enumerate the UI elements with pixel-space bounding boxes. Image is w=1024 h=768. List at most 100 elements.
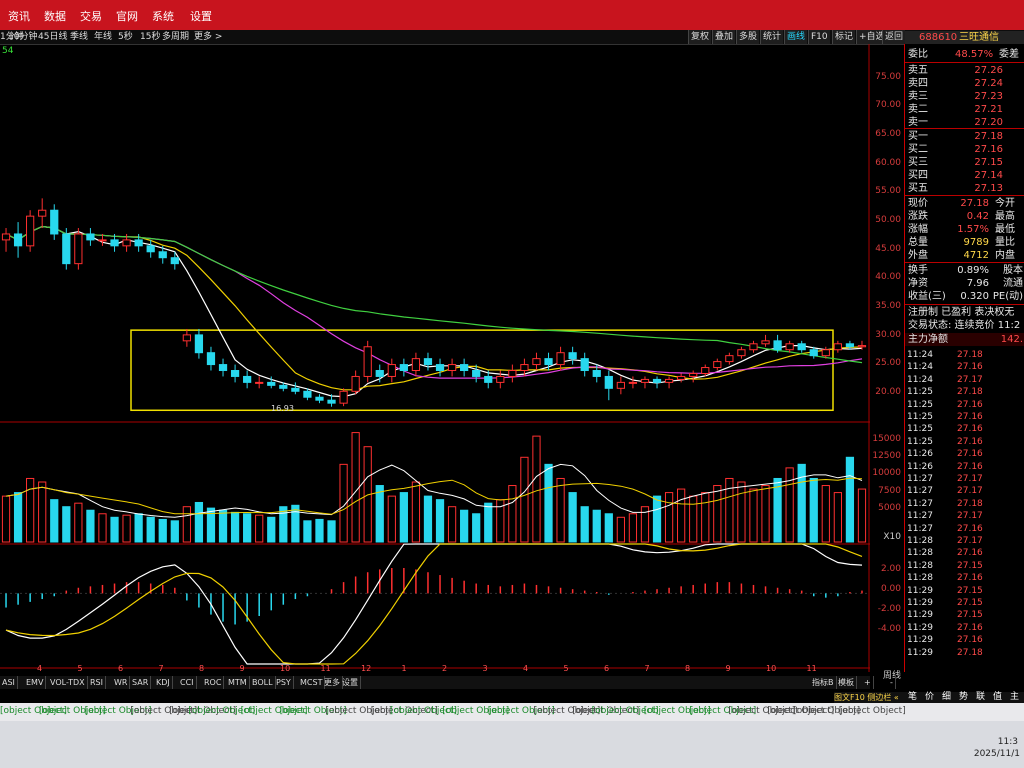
toolbar-mark[interactable]: 标记 [832,30,856,44]
indicator-tab[interactable]: ASI [0,676,18,689]
tick-row: 11:27 27.17 [905,485,1024,498]
period-more[interactable]: 更多 > [194,30,222,44]
tick-row: 11:28 27.16 [905,547,1024,560]
volume-bar [821,485,830,543]
indicator-tab[interactable]: BOLL [250,676,276,689]
volume-bar [62,506,71,543]
volume-bar [713,485,722,543]
indicator-tab[interactable]: 设置 [340,676,361,689]
quote-stat-row: 涨幅 1.57% 最低 [905,223,1024,236]
candle-body [604,375,613,389]
right-tab[interactable]: 联 [976,692,985,703]
candle-body [435,364,445,372]
menu-item-website[interactable]: 官网 [116,8,138,24]
stat-label: 换手 [908,265,928,276]
indicator-tab[interactable]: VOL-TDX [48,676,88,689]
toolbar-multi[interactable]: 多股 [736,30,760,44]
right-tab[interactable]: 势 [959,692,968,703]
tick-time: 11:27 [907,486,933,497]
macd-tick: 2.00 [880,564,901,574]
tick-time: 11:27 [907,511,933,522]
stat-label-2: 量比 [995,237,1015,248]
candle-body [556,352,565,366]
x-tick-label: 6 [604,664,610,673]
candle-body [62,233,71,265]
period-5sec[interactable]: 5秒 [118,30,133,44]
volume-bar [773,477,782,543]
volume-bar [399,492,408,543]
right-tab[interactable]: 值 [993,692,1002,703]
trade-status-row: 交易状态: 连续竞价 11:2 [905,319,1024,332]
period-multi[interactable]: 多周期 [162,30,189,44]
chart-svg[interactable] [0,44,870,672]
macd-tick: -2.00 [877,604,901,614]
bid-price: 27.18 [974,131,1003,142]
ask-label: 卖四 [908,78,928,89]
toolbar-draw[interactable]: 画线 [784,30,808,44]
x-tick-label: 6 [118,664,124,673]
volume-bar [604,513,613,543]
candle-body [363,346,372,377]
kline-chart-area[interactable]: 54 16.93 [0,44,870,672]
right-tab[interactable]: 笔 [908,692,917,703]
menu-item-news[interactable]: 资讯 [8,8,30,24]
stat-value: 0.42 [966,211,989,222]
volume-bar [158,518,167,543]
period-10min[interactable]: 10分钟 [8,30,37,44]
volume-bar [797,463,806,543]
x-tick-label: 7 [644,664,650,673]
ask-price: 27.23 [974,91,1003,102]
menu-item-settings[interactable]: 设置 [190,8,212,24]
indicator-right-tab[interactable]: + [862,676,874,689]
candle-body [761,340,770,345]
right-panel-tabs: 笔价细势联值主 [904,692,1024,703]
right-tab[interactable]: 价 [925,692,934,703]
candle-body [194,334,204,354]
toolbar-fuquan[interactable]: 复权 [688,30,712,44]
period-15sec[interactable]: 15秒 [140,30,160,44]
menu-item-system[interactable]: 系统 [152,8,174,24]
divider [905,128,1024,129]
indicator-right-tab[interactable]: 指标B [810,676,837,689]
stock-code: 688610 [919,32,958,43]
ask-row: 卖五 27.26 [905,64,1024,77]
indicator-tab[interactable]: RSI [88,676,106,689]
y-tick: 55.00 [875,186,901,196]
period-45day[interactable]: 45日线 [38,30,67,44]
volume-bar [267,516,276,543]
side-bar-toggle[interactable]: 图文F10 侧边栏 « [834,692,904,703]
tick-time: 11:25 [907,424,933,435]
toolbar-overlay[interactable]: 叠加 [712,30,736,44]
period-season[interactable]: 季线 [70,30,88,44]
indicator-tab[interactable]: WR [112,676,131,689]
period-year[interactable]: 年线 [94,30,112,44]
indicator-tab[interactable]: SAR [130,676,152,689]
volume-bar [50,499,59,543]
indicator-right-tab[interactable]: - [888,676,896,689]
indicator-tab[interactable]: ROC [202,676,225,689]
toolbar-f10[interactable]: F10 [808,30,830,44]
indicator-tab[interactable]: KDJ [154,676,173,689]
indicator-tab[interactable]: PSY [274,676,294,689]
right-tab[interactable]: 主 [1010,692,1019,703]
indicator-right-tab[interactable]: 模板 [836,676,857,689]
candle-body [821,349,830,357]
ask-row: 卖四 27.24 [905,77,1024,90]
toolbar-stats[interactable]: 统计 [760,30,784,44]
indicator-tab[interactable]: EMV [24,676,47,689]
candle-body [737,349,746,357]
right-tab[interactable]: 细 [942,692,951,703]
menu-item-data[interactable]: 数据 [44,8,66,24]
candle-body [50,209,59,235]
status-item: [object Object] [838,706,906,716]
weibi-label: 委比 [908,49,928,60]
ma-line-60 [5,225,863,364]
x-tick-label: 5 [77,664,83,673]
vol-tick: 15000 [872,434,901,444]
tick-time: 11:24 [907,350,933,360]
menu-item-trade[interactable]: 交易 [80,8,102,24]
toolbar-back[interactable]: 返回 [882,30,906,44]
indicator-tab[interactable]: MTM [226,676,250,689]
indicator-tab[interactable]: CCI [178,676,197,689]
volume-bar [447,506,457,543]
